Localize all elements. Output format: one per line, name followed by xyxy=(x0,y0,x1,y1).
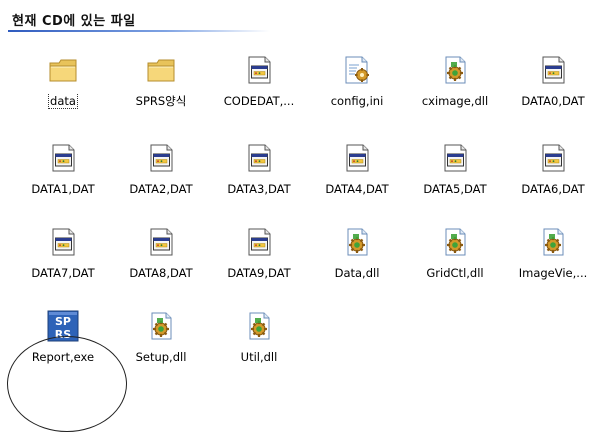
dat-file-icon xyxy=(243,142,275,174)
dat-file-icon xyxy=(341,142,373,174)
folder-icon xyxy=(47,54,79,86)
file-name-text: DATA1,DAT xyxy=(31,182,95,196)
file-name-text: data xyxy=(48,94,78,109)
file-name-label: DATA9,DAT xyxy=(210,266,308,281)
dll-gear-icon xyxy=(439,226,471,258)
dat-file-icon xyxy=(47,226,79,258)
file-name-label: Setup,dll xyxy=(112,350,210,365)
dat-file-icon xyxy=(537,142,569,174)
file-name-label: DATA7,DAT xyxy=(14,266,112,281)
folder-icon xyxy=(145,54,177,86)
file-name-text: config,ini xyxy=(330,94,384,108)
dll-gear-icon xyxy=(243,310,275,342)
svg-text:SP: SP xyxy=(55,315,71,328)
file-name-text: DATA3,DAT xyxy=(227,182,291,196)
file-name-text: DATA0,DAT xyxy=(521,94,585,108)
file-item[interactable]: DATA9,DAT xyxy=(210,226,308,300)
file-item[interactable]: Data,dll xyxy=(308,226,406,300)
file-name-label: GridCtl,dll xyxy=(406,266,504,281)
file-name-text: GridCtl,dll xyxy=(426,266,484,280)
file-item[interactable]: GridCtl,dll xyxy=(406,226,504,300)
dat-file-icon xyxy=(243,226,275,258)
file-name-label: DATA5,DAT xyxy=(406,182,504,197)
file-item[interactable]: ImageVie,... xyxy=(504,226,602,300)
file-name-label: Report,exe xyxy=(14,350,112,365)
file-name-text: DATA9,DAT xyxy=(227,266,291,280)
file-name-label: SPRS양식 xyxy=(112,94,210,109)
file-name-label: DATA4,DAT xyxy=(308,182,406,197)
file-item[interactable]: cximage,dll xyxy=(406,54,504,128)
file-item[interactable]: SP RS Report,exe xyxy=(14,310,112,384)
file-name-label: DATA3,DAT xyxy=(210,182,308,197)
file-name-label: CODEDAT,... xyxy=(210,94,308,109)
file-name-label: DATA1,DAT xyxy=(14,182,112,197)
file-grid: data SPRS양식 CODEDAT,... config,ini cxima… xyxy=(0,0,610,433)
file-item[interactable]: data xyxy=(14,54,112,128)
file-name-label: cximage,dll xyxy=(406,94,504,109)
file-name-text: ImageVie,... xyxy=(518,266,588,280)
dat-file-icon xyxy=(145,226,177,258)
file-item[interactable]: CODEDAT,... xyxy=(210,54,308,128)
file-name-text: DATA7,DAT xyxy=(31,266,95,280)
file-item[interactable]: Util,dll xyxy=(210,310,308,384)
dll-gear-icon xyxy=(145,310,177,342)
file-item[interactable]: DATA7,DAT xyxy=(14,226,112,300)
dat-file-icon xyxy=(243,54,275,86)
file-item[interactable]: config,ini xyxy=(308,54,406,128)
dat-file-icon xyxy=(537,54,569,86)
file-item[interactable]: Setup,dll xyxy=(112,310,210,384)
file-name-text: Setup,dll xyxy=(135,350,187,364)
dll-gear-icon xyxy=(341,226,373,258)
file-name-text: DATA6,DAT xyxy=(521,182,585,196)
file-name-label: DATA8,DAT xyxy=(112,266,210,281)
file-name-text: Data,dll xyxy=(334,266,380,280)
dat-file-icon xyxy=(439,142,471,174)
file-name-label: config,ini xyxy=(308,94,406,109)
svg-text:RS: RS xyxy=(55,328,71,341)
file-name-text: CODEDAT,... xyxy=(223,94,295,108)
file-item[interactable]: DATA1,DAT xyxy=(14,142,112,216)
file-item[interactable]: DATA0,DAT xyxy=(504,54,602,128)
file-item[interactable]: SPRS양식 xyxy=(112,54,210,128)
file-name-label: DATA0,DAT xyxy=(504,94,602,109)
file-name-text: DATA5,DAT xyxy=(423,182,487,196)
file-name-label: DATA6,DAT xyxy=(504,182,602,197)
dat-file-icon xyxy=(47,142,79,174)
file-item[interactable]: DATA5,DAT xyxy=(406,142,504,216)
file-name-label: ImageVie,... xyxy=(504,266,602,281)
file-name-label: data xyxy=(14,94,112,109)
file-name-text: DATA2,DAT xyxy=(129,182,193,196)
file-name-label: Data,dll xyxy=(308,266,406,281)
sprs-app-icon: SP RS xyxy=(47,310,79,342)
file-name-text: DATA4,DAT xyxy=(325,182,389,196)
file-item[interactable]: DATA3,DAT xyxy=(210,142,308,216)
file-name-text: Report,exe xyxy=(31,350,95,364)
file-name-label: Util,dll xyxy=(210,350,308,365)
file-name-text: DATA8,DAT xyxy=(129,266,193,280)
dll-gear-icon xyxy=(439,54,471,86)
file-name-label: DATA2,DAT xyxy=(112,182,210,197)
file-name-text: Util,dll xyxy=(240,350,278,364)
dat-file-icon xyxy=(145,142,177,174)
file-name-text: SPRS양식 xyxy=(135,94,187,108)
config-settings-icon xyxy=(341,54,373,86)
file-item[interactable]: DATA6,DAT xyxy=(504,142,602,216)
file-item[interactable]: DATA4,DAT xyxy=(308,142,406,216)
file-item[interactable]: DATA2,DAT xyxy=(112,142,210,216)
file-item[interactable]: DATA8,DAT xyxy=(112,226,210,300)
file-name-text: cximage,dll xyxy=(421,94,489,108)
dll-gear-icon xyxy=(537,226,569,258)
